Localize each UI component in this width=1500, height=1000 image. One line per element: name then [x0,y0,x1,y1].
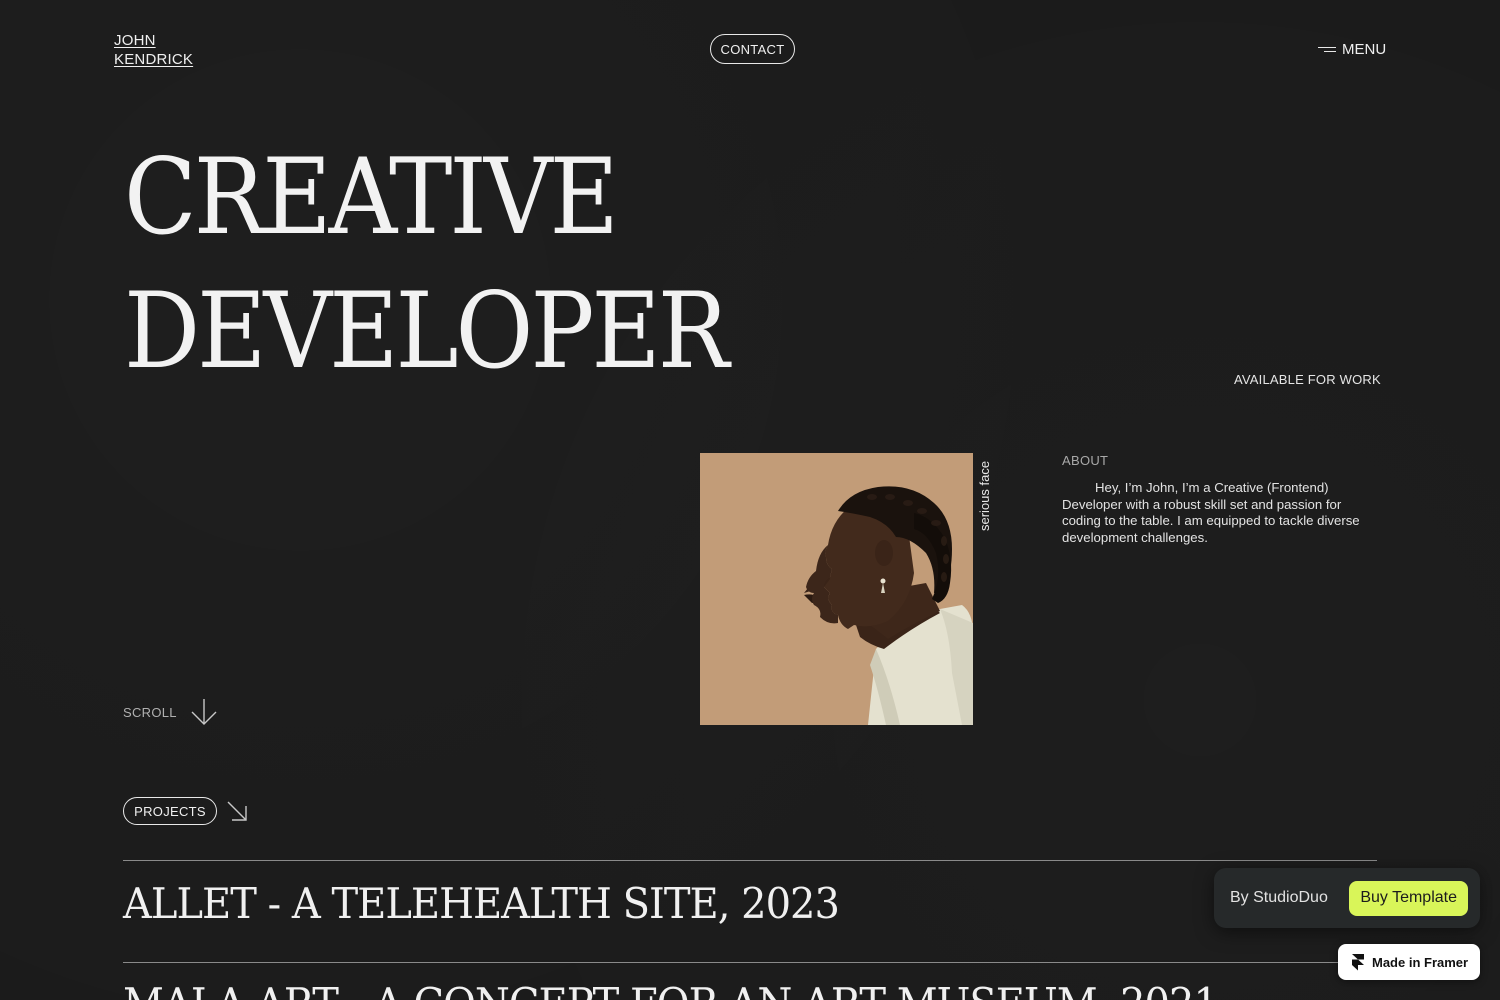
framer-label: Made in Framer [1372,954,1469,970]
project-divider [123,860,1377,861]
hero-title-line-2: DEVELOPER [124,271,729,393]
menu-button[interactable]: MENU [1318,41,1386,58]
portrait-image [700,453,973,725]
scroll-label: SCROLL [123,704,177,720]
buy-template-button[interactable]: Buy Template [1349,880,1468,916]
arrow-down-right-icon [227,801,247,821]
contact-button[interactable]: CONTACT [710,34,795,64]
brand-last-name: KENDRICK [114,51,194,68]
hero-title-line-1: CREATIVE [124,137,619,259]
availability-status: AVAILABLE FOR WORK [1234,372,1381,387]
portrait-illustration [804,486,973,725]
menu-label: MENU [1342,41,1387,58]
project-divider [123,962,1377,963]
about-text: Hey, I’m John, I’m a Creative (Frontend)… [1062,480,1360,545]
brand-link[interactable]: JOHN KENDRICK [114,31,193,69]
project-item[interactable]: ALLET - A TELEHEALTH SITE, 2023 [123,880,840,928]
made-in-framer-badge[interactable]: Made in Framer [1338,944,1480,980]
studio-badge: By StudioDuo Buy Template [1214,868,1480,928]
framer-logo-icon [1352,953,1364,970]
brand-first-name: JOHN [114,32,156,49]
about-heading: ABOUT [1062,453,1109,468]
portrait-caption: serious face [977,460,992,531]
menu-icon [1318,46,1336,54]
project-item[interactable]: MALA ART - A CONCEPT FOR AN ART MUSEUM, … [123,980,1219,1000]
page: JOHN KENDRICK CONTACT MENU CREATIVE DEVE… [0,0,1500,1000]
arrow-down-icon [191,699,217,725]
studio-credit[interactable]: By StudioDuo [1230,889,1328,907]
projects-button[interactable]: PROJECTS [123,797,217,825]
scroll-indicator[interactable]: SCROLL [123,698,217,726]
